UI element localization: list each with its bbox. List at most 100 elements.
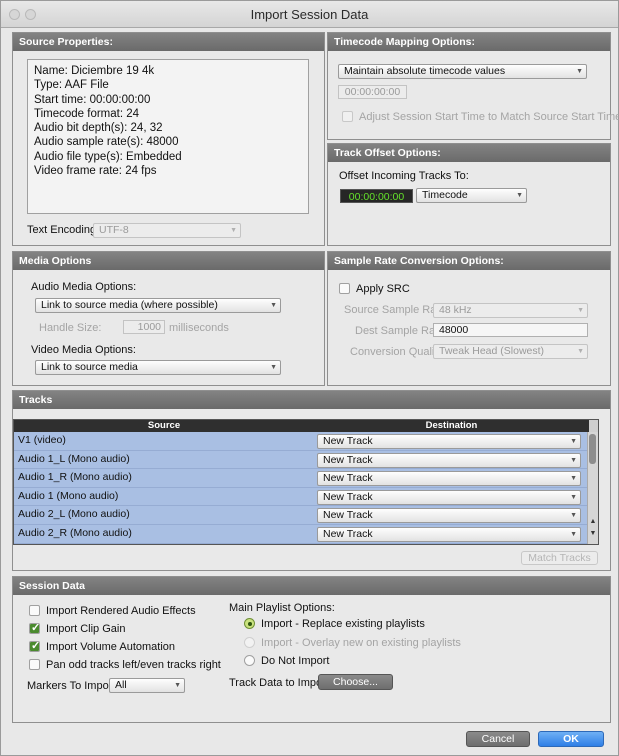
chevron-down-icon: ▼ <box>576 68 583 75</box>
session-data-header: Session Data <box>13 577 610 595</box>
markers-select[interactable]: All ▼ <box>109 678 185 693</box>
source-rate-select[interactable]: 48 kHz ▼ <box>433 303 588 318</box>
conversion-quality-select[interactable]: Tweak Head (Slowest) ▼ <box>433 344 588 359</box>
import-clip-gain-checkbox[interactable] <box>29 621 40 634</box>
overlay-playlists-radio[interactable] <box>244 637 255 648</box>
video-media-value: Link to source media <box>41 361 138 373</box>
track-destination-cell: New Track ▼ <box>314 506 589 525</box>
track-destination-select[interactable]: New Track ▼ <box>317 527 581 542</box>
audio-media-select[interactable]: Link to source media (where possible) ▼ <box>35 298 281 313</box>
table-row[interactable]: V1 (video) New Track ▼ <box>14 432 589 451</box>
chevron-down-icon: ▼ <box>230 227 237 234</box>
text-encoding-label: Text Encoding: <box>27 224 100 236</box>
apply-src-checkbox[interactable] <box>339 283 350 294</box>
cancel-button[interactable]: Cancel <box>466 731 530 747</box>
track-destination-value: New Track <box>323 509 373 522</box>
table-row[interactable]: Audio 2_R (Mono audio) New Track ▼ <box>14 525 589 544</box>
track-destination-cell: New Track ▼ <box>314 525 589 544</box>
offset-format-select[interactable]: Timecode ▼ <box>416 188 527 203</box>
do-not-import-label: Do Not Import <box>261 655 330 667</box>
track-source: Audio 2_L (Mono audio) <box>14 506 314 525</box>
pan-odd-even-checkbox[interactable] <box>29 659 40 670</box>
handle-size-field[interactable]: 1000 <box>123 320 165 334</box>
chevron-down-icon: ▼ <box>270 302 277 309</box>
scroll-up-icon[interactable]: ▲ <box>588 518 598 530</box>
tracks-table-header: Source Destination <box>14 420 589 432</box>
adjust-start-time-checkbox[interactable] <box>342 111 353 122</box>
table-row[interactable]: Audio 2_L (Mono audio) New Track ▼ <box>14 506 589 525</box>
info-name: Name: Diciembre 19 4k <box>34 65 155 77</box>
ok-button[interactable]: OK <box>538 731 604 747</box>
session-data-panel: Session Data Import Rendered Audio Effec… <box>12 576 611 723</box>
info-frame-rate: Video frame rate: 24 fps <box>34 165 157 178</box>
track-destination-select[interactable]: New Track ▼ <box>317 471 581 487</box>
table-row[interactable]: Audio 1_R (Mono audio) New Track ▼ <box>14 469 589 488</box>
handle-size-label: Handle Size: <box>39 322 102 334</box>
info-bit-depth: Audio bit depth(s): 24, 32 <box>34 122 163 135</box>
tracks-scrollbar[interactable]: ▲ ▼ <box>587 432 598 544</box>
offset-format-value: Timecode <box>422 189 468 201</box>
tracks-table: Source Destination V1 (video) New Track ▼… <box>13 419 599 545</box>
match-tracks-button[interactable]: Match Tracks <box>521 551 598 565</box>
track-destination-value: New Track <box>323 435 373 447</box>
track-destination-value: New Track <box>323 453 373 466</box>
offset-timecode-display[interactable]: 00:00:00:00 <box>340 189 413 203</box>
video-media-label: Video Media Options: <box>31 344 136 356</box>
source-properties-header: Source Properties: <box>13 33 324 51</box>
destination-column-header: Destination <box>425 420 478 431</box>
text-encoding-select[interactable]: UTF-8 ▼ <box>93 223 241 238</box>
audio-media-value: Link to source media (where possible) <box>41 299 218 311</box>
import-clip-gain-label: Import Clip Gain <box>46 623 126 635</box>
markers-label: Markers To Import: <box>27 680 119 692</box>
scrollbar-thumb[interactable] <box>589 434 596 464</box>
chevron-down-icon: ▼ <box>570 493 577 501</box>
sample-rate-panel: Sample Rate Conversion Options: Apply SR… <box>327 251 611 386</box>
info-timecode-format: Timecode format: 24 <box>34 107 140 120</box>
track-offset-panel: Track Offset Options: Offset Incoming Tr… <box>327 143 611 246</box>
table-row[interactable]: Audio 1 (Mono audio) New Track ▼ <box>14 487 589 507</box>
track-destination-value: New Track <box>323 528 373 540</box>
import-rendered-effects-checkbox[interactable] <box>29 605 40 616</box>
chevron-down-icon: ▼ <box>270 364 277 371</box>
source-rate-value: 48 kHz <box>439 304 472 316</box>
do-not-import-radio[interactable] <box>244 655 255 666</box>
chevron-down-icon: ▼ <box>577 348 584 355</box>
replace-playlists-label: Import - Replace existing playlists <box>261 618 425 630</box>
replace-playlists-radio[interactable] <box>244 618 255 629</box>
apply-src-label: Apply SRC <box>356 283 410 295</box>
chevron-down-icon: ▼ <box>570 456 577 464</box>
track-source: Audio 1_L (Mono audio) <box>14 450 314 470</box>
pan-odd-even-label: Pan odd tracks left/even tracks right <box>46 659 221 671</box>
source-column-header: Source <box>147 420 181 431</box>
track-data-label: Track Data to Import: <box>229 677 332 689</box>
track-destination-select[interactable]: New Track ▼ <box>317 434 581 449</box>
conversion-quality-value: Tweak Head (Slowest) <box>439 345 545 357</box>
timecode-mapping-header: Timecode Mapping Options: <box>328 33 610 51</box>
timecode-mapping-select[interactable]: Maintain absolute timecode values ▼ <box>338 64 587 79</box>
track-offset-header: Track Offset Options: <box>328 144 610 162</box>
overlay-playlists-label: Import - Overlay new on existing playlis… <box>261 637 461 649</box>
choose-button[interactable]: Choose... <box>318 674 393 690</box>
info-type: Type: AAF File <box>34 79 109 92</box>
track-destination-cell: New Track ▼ <box>314 450 589 470</box>
audio-media-label: Audio Media Options: <box>31 281 137 293</box>
info-start-time: Start time: 00:00:00:00 <box>34 93 151 106</box>
import-volume-automation-checkbox[interactable] <box>29 639 40 652</box>
track-destination-select[interactable]: New Track ▼ <box>317 508 581 524</box>
track-destination-select[interactable]: New Track ▼ <box>317 489 581 505</box>
scroll-down-icon[interactable]: ▼ <box>588 530 598 542</box>
table-row[interactable]: Audio 1_L (Mono audio) New Track ▼ <box>14 450 589 470</box>
track-source: V1 (video) <box>14 432 314 451</box>
tracks-header: Tracks <box>13 391 610 409</box>
timecode-mapping-field[interactable]: 00:00:00:00 <box>338 85 407 99</box>
video-media-select[interactable]: Link to source media ▼ <box>35 360 281 375</box>
info-file-type: Audio file type(s): Embedded <box>34 150 182 163</box>
track-destination-cell: New Track ▼ <box>314 469 589 488</box>
track-destination-select[interactable]: New Track ▼ <box>317 452 581 468</box>
main-playlist-label: Main Playlist Options: <box>229 602 335 614</box>
track-destination-value: New Track <box>323 490 373 503</box>
track-source: Audio 1_R (Mono audio) <box>14 469 314 488</box>
adjust-start-time-label: Adjust Session Start Time to Match Sourc… <box>359 111 619 123</box>
chevron-down-icon: ▼ <box>570 531 577 538</box>
dest-rate-field[interactable]: 48000 <box>433 323 588 337</box>
